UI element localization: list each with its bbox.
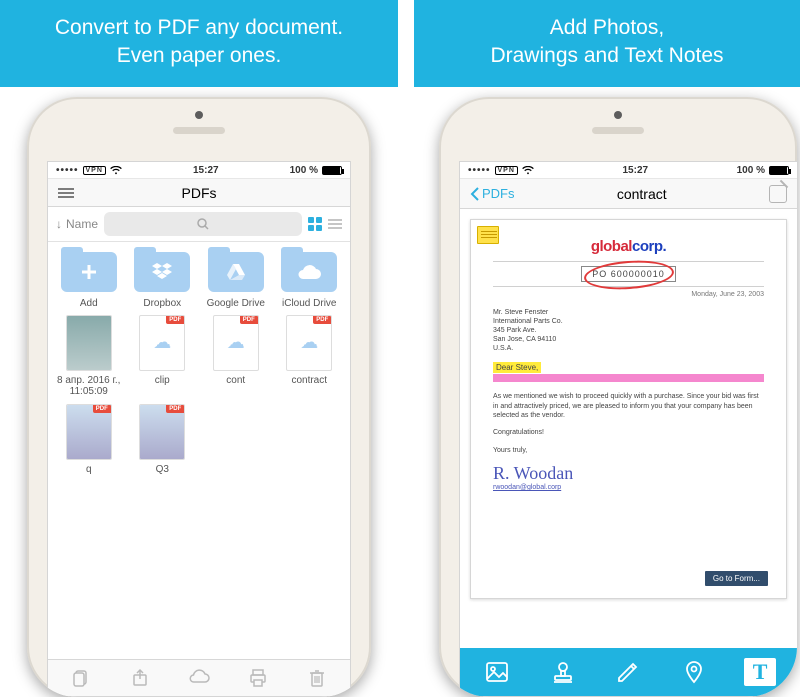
file-thumb: PDF (139, 404, 185, 460)
doc-congrats: Congratulations! (493, 428, 764, 437)
sort-button[interactable]: ↓ Name (56, 217, 98, 231)
caption-left: Convert to PDF any document. Even paper … (0, 0, 398, 87)
compose-button[interactable] (769, 185, 787, 203)
folder-label: iCloud Drive (282, 298, 336, 309)
caption-right: Add Photos, Drawings and Text Notes (414, 0, 800, 87)
navbar: PDFs (48, 179, 350, 207)
search-icon (196, 217, 210, 231)
status-time: 15:27 (622, 165, 648, 176)
folder-dropbox[interactable]: Dropbox (128, 252, 198, 309)
doc-address: Mr. Steve FensterInternational Parts Co.… (493, 308, 764, 353)
cloud-button[interactable] (188, 668, 210, 688)
phone-mock-right: ••••• VPN 15:27 100 % (439, 97, 797, 697)
search-input[interactable] (104, 212, 302, 236)
folder-icon (208, 252, 264, 292)
doc-signature: R. Woodan (493, 463, 764, 484)
highlight-pink (493, 374, 764, 382)
caption-text: Add Photos, (550, 16, 664, 39)
doc-closing: Yours truly, (493, 446, 764, 455)
back-label: PDFs (482, 186, 515, 201)
file-label: q (86, 464, 92, 486)
file-contract[interactable]: PDF☁ contract (275, 315, 345, 398)
phone-mock-left: ••••• VPN 15:27 100 % PDFs (27, 97, 371, 697)
doc-logo: globalcorp. (493, 238, 764, 255)
battery-pct: 100 % (737, 165, 765, 176)
caption-text: Convert to PDF any document. (55, 16, 343, 39)
file-label: clip (155, 375, 170, 397)
file-cont[interactable]: PDF☁ cont (201, 315, 271, 398)
file-photo[interactable]: 8 апр. 2016 г., 11:05:09 (54, 315, 124, 398)
sticky-note-icon[interactable] (477, 226, 499, 244)
caption-text: Even paper ones. (117, 44, 282, 67)
status-bar: ••••• VPN 15:27 100 % (460, 162, 797, 179)
stamp-tool[interactable] (547, 658, 579, 686)
vpn-badge: VPN (83, 166, 106, 175)
back-button[interactable]: PDFs (470, 186, 515, 201)
menu-button[interactable] (58, 188, 74, 198)
caption-text: Drawings and Text Notes (490, 44, 723, 67)
annotation-toolbar: T (460, 648, 797, 696)
file-label: 8 апр. 2016 г., 11:05:09 (54, 375, 124, 398)
pencil-tool[interactable] (612, 658, 644, 686)
folder-gdrive[interactable]: Google Drive (201, 252, 271, 309)
file-thumb: PDF☁ (286, 315, 332, 371)
doc-signature-link: rwoodan@global.corp (493, 484, 764, 491)
share-button[interactable] (130, 668, 150, 688)
battery-icon (769, 166, 789, 175)
grid-view-button[interactable] (308, 217, 322, 231)
folder-icon (281, 252, 337, 292)
file-thumb: PDF☁ (213, 315, 259, 371)
wifi-icon (522, 166, 534, 175)
trash-button[interactable] (307, 668, 327, 688)
print-button[interactable] (248, 668, 268, 688)
pin-tool[interactable] (678, 658, 710, 686)
sort-arrow-icon: ↓ (56, 217, 62, 231)
file-label: contract (291, 375, 327, 397)
list-view-button[interactable] (328, 219, 342, 229)
phone-camera (614, 111, 622, 119)
po-number: PO 600000010 (493, 266, 764, 282)
folder-add[interactable]: Add (54, 252, 124, 309)
vpn-badge: VPN (495, 166, 518, 175)
doc-body: As we mentioned we wish to proceed quick… (493, 392, 764, 420)
sort-search-bar: ↓ Name (48, 207, 350, 242)
bottom-toolbar (48, 659, 350, 696)
file-q[interactable]: PDF q (54, 404, 124, 486)
goto-form-button[interactable]: Go to Form... (705, 571, 768, 586)
signal-dots: ••••• (468, 165, 491, 176)
page-title: contract (617, 186, 667, 202)
folder-label: Add (80, 298, 98, 309)
battery-icon (322, 166, 342, 175)
text-tool[interactable]: T (744, 658, 776, 686)
status-time: 15:27 (193, 165, 219, 176)
doc-date: Monday, June 23, 2003 (493, 291, 764, 298)
folder-label: Dropbox (143, 298, 181, 309)
file-thumb (66, 315, 112, 371)
folder-icon (61, 252, 117, 292)
file-label: cont (226, 375, 245, 397)
file-q3[interactable]: PDF Q3 (128, 404, 198, 486)
wifi-icon (110, 166, 122, 175)
file-label: Q3 (156, 464, 169, 486)
page-title: PDFs (182, 185, 217, 201)
battery-pct: 100 % (290, 165, 318, 176)
folder-label: Google Drive (207, 298, 265, 309)
file-thumb: PDF (66, 404, 112, 460)
status-bar: ••••• VPN 15:27 100 % (48, 162, 350, 179)
file-clip[interactable]: PDF☁ clip (128, 315, 198, 398)
navbar: PDFs contract (460, 179, 797, 209)
photo-tool[interactable] (481, 658, 513, 686)
phone-camera (195, 111, 203, 119)
signal-dots: ••••• (56, 165, 79, 176)
document-viewer[interactable]: globalcorp. PO 600000010 Monday, June 23… (460, 209, 797, 683)
folder-icloud[interactable]: iCloud Drive (275, 252, 345, 309)
document-page: globalcorp. PO 600000010 Monday, June 23… (470, 219, 787, 599)
folder-icon (134, 252, 190, 292)
copy-button[interactable] (71, 668, 91, 688)
highlight-yellow: Dear Steve, (493, 362, 541, 373)
file-thumb: PDF☁ (139, 315, 185, 371)
sort-label: Name (66, 217, 98, 231)
